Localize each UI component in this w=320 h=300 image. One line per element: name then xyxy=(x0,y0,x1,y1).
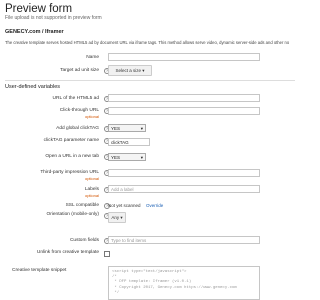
caret-down-icon: ▾ xyxy=(142,68,145,73)
optional-tag: optional xyxy=(84,192,99,198)
labels-label: Labels optional xyxy=(84,187,99,198)
unlink-checkbox[interactable] xyxy=(104,251,110,257)
select-size-button[interactable]: Select a size ▾ xyxy=(108,65,152,76)
template-description: The creative template serves hosted HTML… xyxy=(5,40,290,45)
add-global-clicktag-label: Add global clickTAG xyxy=(56,126,99,131)
click-through-url-input[interactable] xyxy=(108,107,260,115)
custom-fields-label: Custom fields xyxy=(69,238,99,243)
caret-down-icon: ▾ xyxy=(140,126,143,131)
name-input[interactable] xyxy=(108,53,260,61)
page-subtitle: File upload is not supported in preview … xyxy=(5,15,102,21)
unlink-label: Unlink from creative template xyxy=(36,250,99,255)
override-link[interactable]: Override xyxy=(146,203,163,208)
snippet-label: Creative template snippet xyxy=(12,268,67,273)
add-global-clicktag-select[interactable]: YES ▾ xyxy=(108,124,146,132)
clicktag-param-name-input[interactable]: clickTAG xyxy=(108,138,150,146)
orientation-select[interactable]: Any ▾ xyxy=(108,212,126,223)
name-label: Name xyxy=(86,55,99,60)
target-ad-unit-size-label: Target ad unit size xyxy=(60,68,99,73)
custom-fields-input[interactable]: Type to find items xyxy=(108,236,260,244)
template-name: GENECY.com / Iframer xyxy=(5,29,64,35)
section-divider xyxy=(5,80,295,81)
clicktag-param-name-label: clickTAG parameter name xyxy=(43,138,99,143)
optional-tag: optional xyxy=(84,113,99,119)
third-party-impression-label: Third-party impression URL optional xyxy=(40,170,99,181)
snippet-textarea[interactable]: <script type="text/javascript"> /* * DFP… xyxy=(108,266,260,300)
ssl-status: Not yet scanned xyxy=(108,203,141,208)
page-title: Preview form xyxy=(5,3,73,15)
caret-down-icon: ▾ xyxy=(120,215,123,220)
optional-tag: optional xyxy=(84,175,99,181)
click-through-url-label: Click-through URL optional xyxy=(59,108,99,119)
select-size-label: Select a size xyxy=(115,68,141,73)
labels-input[interactable]: Add a label xyxy=(108,185,260,193)
section-title-user-defined: User-defined variables xyxy=(5,84,61,90)
html5-url-label: URL of the HTML5 ad xyxy=(52,96,99,101)
third-party-impression-input[interactable] xyxy=(108,169,260,177)
ssl-compatible-label: SSL compatible xyxy=(65,203,99,208)
html5-url-input[interactable] xyxy=(108,94,260,102)
open-url-new-tab-select[interactable]: YES ▾ xyxy=(108,153,146,161)
orientation-label: Orientation (mobile-only) xyxy=(46,212,99,217)
open-url-new-tab-label: Open a URL in a new tab xyxy=(45,154,99,159)
caret-down-icon: ▾ xyxy=(140,155,143,160)
